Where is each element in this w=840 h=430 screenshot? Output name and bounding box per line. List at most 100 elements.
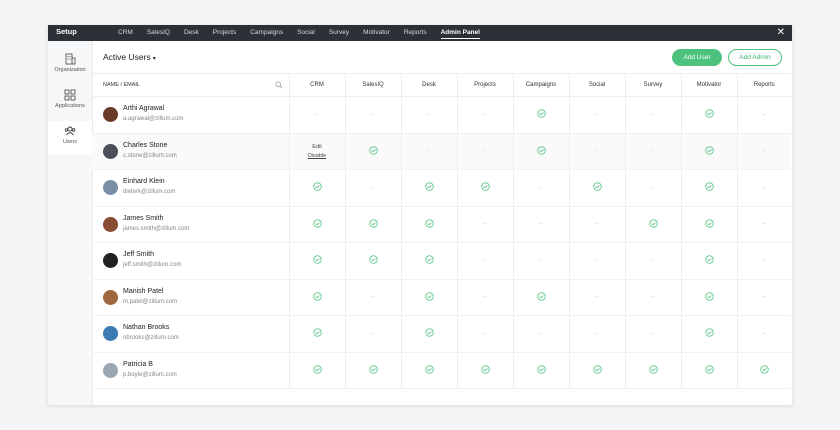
access-cell-desk <box>400 242 457 280</box>
check-circle-icon <box>592 182 602 191</box>
no-access-dash: – <box>539 330 543 337</box>
check-circle-icon <box>704 328 714 337</box>
edit-link[interactable]: Edit <box>290 144 345 150</box>
access-cell-motivator <box>680 242 737 280</box>
access-cell-crm <box>288 352 345 389</box>
column-header-crm: CRM <box>288 73 345 97</box>
sidebar-item-label: Applications <box>55 103 85 109</box>
table-row[interactable]: Manish Patel m.patel@zillum.com – – – – – <box>92 279 791 316</box>
check-circle-icon <box>480 365 490 374</box>
no-access-dash: – <box>651 257 655 264</box>
nav-item-salesiq[interactable]: SalesIQ <box>140 25 177 41</box>
nav-item-crm[interactable]: CRM <box>111 25 140 41</box>
access-cell-social <box>568 169 625 207</box>
table-row[interactable]: Jeff Smith jeff.smith@zillum.com – – – – – <box>92 242 791 280</box>
access-cell-projects: – <box>456 133 513 170</box>
access-cell-campaigns <box>512 352 569 389</box>
check-circle-icon <box>368 365 378 374</box>
no-access-dash: – <box>371 330 375 337</box>
access-cell-social: – <box>568 279 625 316</box>
no-access-dash: – <box>371 294 375 301</box>
sidebar-item-organization[interactable]: Organization <box>48 49 92 83</box>
table-row[interactable]: James Smith james.smith@zillum.com – – – – <box>92 206 791 243</box>
column-header-motivator: Motivator <box>680 73 737 97</box>
user-cell: Charles Stone c.stone@zillum.com <box>92 133 289 170</box>
search-icon[interactable] <box>274 81 283 89</box>
access-cell-survey: – <box>624 96 681 134</box>
access-cell-salesiq: – <box>344 169 401 207</box>
table-row[interactable]: Einhard Klein dieterk@zillum.com – – – – <box>92 169 791 207</box>
no-access-dash: – <box>595 111 599 118</box>
apps-grid-icon <box>64 89 76 101</box>
nav-item-social[interactable]: Social <box>290 25 322 41</box>
user-email: c.stone@zillum.com <box>123 152 177 159</box>
active-users-dropdown[interactable]: Active Users ▾ <box>103 52 156 62</box>
no-access-dash: – <box>539 221 543 228</box>
sidebar-item-applications[interactable]: Applications <box>48 85 92 119</box>
nav-item-reports[interactable]: Reports <box>397 25 434 41</box>
access-cell-reports: – <box>736 96 791 134</box>
table-row[interactable]: Patricia B p.boyle@zillum.com <box>92 352 791 389</box>
check-circle-icon <box>424 219 434 228</box>
no-access-dash: – <box>595 330 599 337</box>
access-cell-campaigns <box>512 279 569 316</box>
table-row[interactable]: Arthi Agrawal a.agrawal@zillum.com – – – – – – – <box>92 96 791 134</box>
no-access-dash: – <box>539 257 543 264</box>
access-cell-projects <box>456 169 513 207</box>
avatar <box>103 107 118 122</box>
nav-item-motivator[interactable]: Motivator <box>356 25 397 41</box>
no-access-dash: – <box>762 148 766 155</box>
top-bar: Setup CRM SalesIQ Desk Projects Campaigns Soc… <box>48 25 792 41</box>
sidebar-item-label: Users <box>62 139 78 145</box>
access-cell-motivator <box>680 279 737 316</box>
column-header-reports: Reports <box>736 73 791 97</box>
check-circle-icon <box>536 365 546 374</box>
check-circle-icon <box>424 255 434 264</box>
access-cell-reports: – <box>736 133 791 170</box>
user-email: m.patel@zillum.com <box>123 298 178 305</box>
check-circle-icon <box>648 365 658 374</box>
nav-item-desk[interactable]: Desk <box>177 25 206 41</box>
no-access-dash: – <box>595 257 599 264</box>
no-access-dash: – <box>483 257 487 264</box>
nav-item-admin-panel[interactable]: Admin Panel <box>434 25 487 41</box>
access-cell-crm <box>288 169 345 207</box>
nav-item-projects[interactable]: Projects <box>206 25 243 41</box>
access-cell-salesiq <box>344 206 401 243</box>
no-access-dash: – <box>483 221 487 228</box>
table-row[interactable]: Charles Stone c.stone@zillum.com Edit Disab… <box>92 133 791 170</box>
access-cell-survey: – <box>624 133 681 170</box>
check-circle-icon <box>536 109 546 118</box>
access-cell-reports: – <box>736 206 791 243</box>
access-cell-crm <box>288 315 345 353</box>
no-access-dash: – <box>651 294 655 301</box>
check-circle-icon <box>536 146 546 155</box>
access-cell-survey <box>624 352 681 389</box>
no-access-dash: – <box>595 221 599 228</box>
access-cell-reports <box>736 352 791 389</box>
check-circle-icon <box>704 109 714 118</box>
chevron-down-icon: ▾ <box>152 56 156 62</box>
check-circle-icon <box>424 328 434 337</box>
no-access-dash: – <box>427 111 431 118</box>
access-cell-salesiq <box>344 352 401 389</box>
user-cell: Nathan Brooks nbrooks@zillum.com <box>92 315 289 353</box>
table-row[interactable]: Nathan Brooks nbrooks@zillum.com – – – – – – <box>92 315 791 353</box>
access-cell-survey: – <box>624 315 681 353</box>
sidebar-item-users[interactable]: Users <box>48 121 92 155</box>
add-user-button[interactable]: Add User <box>672 49 722 66</box>
user-name: Manish Patel <box>123 287 164 295</box>
add-admin-button[interactable]: Add Admin <box>728 49 782 66</box>
main-content: Active Users ▾ Add User Add Admin NAME / … <box>92 41 792 405</box>
disable-link[interactable]: Disable <box>290 153 345 159</box>
user-email: dieterk@zillum.com <box>123 189 176 195</box>
setup-window: Setup CRM SalesIQ Desk Projects Campaigns Soc… <box>48 25 792 405</box>
access-cell-desk <box>400 315 457 353</box>
nav-item-survey[interactable]: Survey <box>322 25 356 41</box>
access-cell-projects: – <box>456 279 513 316</box>
check-circle-icon <box>424 365 434 374</box>
nav-item-campaigns[interactable]: Campaigns <box>243 25 290 41</box>
building-icon <box>65 53 76 65</box>
no-access-dash: – <box>651 330 655 337</box>
close-icon[interactable]: ✕ <box>777 26 785 40</box>
